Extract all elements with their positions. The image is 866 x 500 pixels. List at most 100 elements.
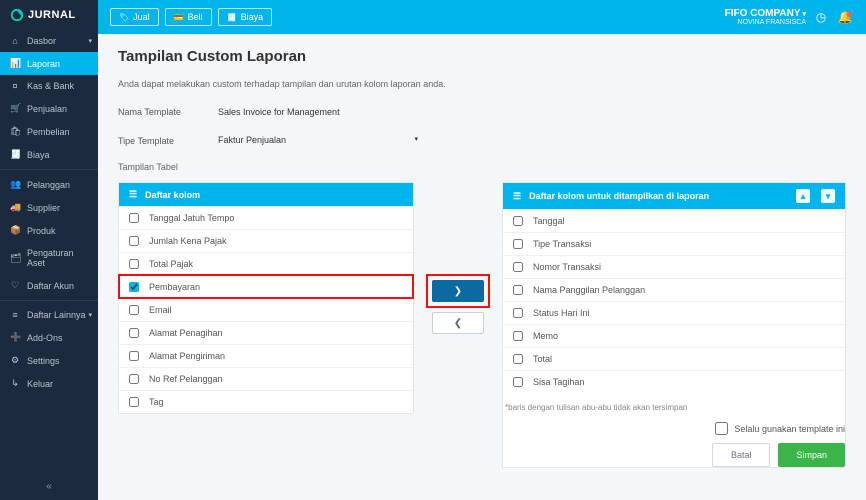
move-up-button[interactable]: ▴ (796, 189, 810, 203)
column-checkbox[interactable] (129, 374, 139, 384)
save-button[interactable]: Simpan (778, 443, 845, 467)
sidebar-item-add-ons[interactable]: ➕Add-Ons (0, 326, 98, 349)
highlight-add: ❯ (428, 276, 488, 306)
column-label: Nomor Transaksi (533, 262, 601, 272)
available-column-row[interactable]: Tanggal Jatuh Tempo (119, 206, 413, 229)
template-type-label: Tipe Template (118, 136, 218, 146)
sidebar-item-keluar[interactable]: ↳Keluar (0, 372, 98, 395)
column-label: Alamat Pengiriman (149, 351, 225, 361)
column-checkbox[interactable] (129, 328, 139, 338)
sidebar-item-pengaturan-aset[interactable]: 🗂Pengaturan Aset (0, 242, 98, 274)
topbar-biaya-button[interactable]: 🧾Biaya (218, 8, 272, 26)
column-checkbox[interactable] (129, 282, 139, 292)
bell-icon[interactable]: 🔔 (836, 10, 854, 24)
available-column-row[interactable]: Email (119, 298, 413, 321)
sidebar-item-daftar-akun[interactable]: ♡Daftar Akun (0, 274, 98, 297)
available-column-row[interactable]: No Ref Pelanggan (119, 367, 413, 390)
available-columns-title: Daftar kolom (145, 190, 403, 200)
selected-column-row[interactable]: Sisa Tagihan (503, 370, 845, 393)
panel-note: *baris dengan tulisan abu-abu tidak akan… (503, 399, 845, 412)
table-subhead: Tampilan Tabel (118, 162, 846, 172)
sidebar-item-label: Daftar Lainnya (27, 310, 86, 320)
column-checkbox[interactable] (513, 308, 523, 318)
topbar-beli-button[interactable]: 💳Beli (165, 8, 212, 26)
selected-column-row[interactable]: Nama Panggilan Pelanggan (503, 278, 845, 301)
sidebar-item-label: Pelanggan (27, 180, 70, 190)
sidebar-item-dasbor[interactable]: ⌂Dasbor▾ (0, 30, 98, 52)
available-column-row[interactable]: Pembayaran (119, 275, 413, 298)
column-label: Total (533, 354, 552, 364)
cancel-button[interactable]: Batal (712, 443, 771, 467)
column-label: Tipe Transaksi (533, 239, 591, 249)
column-checkbox[interactable] (129, 259, 139, 269)
sidebar-item-settings[interactable]: ⚙Settings (0, 349, 98, 372)
chevron-down-icon: ▾ (88, 311, 92, 319)
column-checkbox[interactable] (129, 397, 139, 407)
column-checkbox[interactable] (513, 331, 523, 341)
column-checkbox[interactable] (513, 285, 523, 295)
sidebar-item-label: Penjualan (27, 104, 67, 114)
available-columns-header: ☰ Daftar kolom (119, 183, 413, 206)
available-column-row[interactable]: Tag (119, 390, 413, 413)
main: 🏷Jual 💳Beli 🧾Biaya FIFO COMPANY NOVINA FRA… (98, 0, 866, 500)
sidebar-item-biaya[interactable]: 🧾Biaya (0, 143, 98, 166)
selected-column-row[interactable]: Nomor Transaksi (503, 255, 845, 278)
column-checkbox[interactable] (513, 262, 523, 272)
topbar-jual-button[interactable]: 🏷Jual (110, 8, 159, 26)
topbar-btn-label: Biaya (241, 12, 264, 22)
sidebar-item-laporan[interactable]: 📊Laporan (0, 52, 98, 75)
sidebar-item-label: Produk (27, 226, 56, 236)
available-column-row[interactable]: Alamat Pengiriman (119, 344, 413, 367)
sidebar-item-daftar-lainnya[interactable]: ≡Daftar Lainnya▾ (0, 304, 98, 326)
column-checkbox[interactable] (513, 354, 523, 364)
sidebar-collapse[interactable]: « (0, 473, 98, 500)
topbar-btn-label: Jual (133, 12, 150, 22)
company-switcher[interactable]: FIFO COMPANY NOVINA FRANSISCA (725, 8, 806, 27)
column-checkbox[interactable] (129, 236, 139, 246)
sidebar-icon: 🛍 (10, 126, 20, 137)
column-checkbox[interactable] (513, 239, 523, 249)
sidebar-item-penjualan[interactable]: 🛒Penjualan (0, 97, 98, 120)
chevron-down-icon: ▾ (414, 135, 418, 145)
sidebar-item-produk[interactable]: 📦Produk (0, 219, 98, 242)
template-type-select[interactable]: Faktur Penjualan ▾ (218, 131, 418, 150)
column-checkbox[interactable] (513, 377, 523, 387)
selected-column-row[interactable]: Tanggal (503, 209, 845, 232)
always-use-label: Selalu gunakan template ini (734, 424, 845, 434)
available-column-row[interactable]: Jumlah Kena Pajak (119, 229, 413, 252)
topbar-btn-label: Beli (188, 12, 203, 22)
column-checkbox[interactable] (129, 305, 139, 315)
column-label: No Ref Pelanggan (149, 374, 223, 384)
user-name: NOVINA FRANSISCA (725, 19, 806, 27)
move-down-button[interactable]: ▾ (821, 189, 835, 203)
sidebar-icon: ♡ (10, 280, 20, 291)
selected-column-row[interactable]: Memo (503, 324, 845, 347)
always-use-checkbox[interactable] (715, 422, 728, 435)
selected-column-row[interactable]: Status Hari Ini (503, 301, 845, 324)
sidebar-item-pelanggan[interactable]: 👥Pelanggan (0, 173, 98, 196)
brand-logo[interactable]: JURNAL (0, 0, 98, 30)
sidebar-separator (0, 300, 98, 301)
template-name-input[interactable]: Sales Invoice for Management (218, 103, 340, 121)
remove-column-button[interactable]: ❮ (432, 312, 484, 334)
column-checkbox[interactable] (513, 216, 523, 226)
available-column-row[interactable]: Alamat Penagihan (119, 321, 413, 344)
sidebar-icon: 🧾 (10, 149, 20, 160)
sidebar-item-pembelian[interactable]: 🛍Pembelian (0, 120, 98, 143)
sidebar-item-supplier[interactable]: 🚚Supplier (0, 196, 98, 219)
selected-column-row[interactable]: Total (503, 347, 845, 370)
add-column-button[interactable]: ❯ (432, 280, 484, 302)
available-columns-panel: ☰ Daftar kolom Tanggal Jatuh TempoJumlah… (118, 182, 414, 414)
page-title: Tampilan Custom Laporan (118, 48, 846, 65)
sidebar-icon: ¤ (10, 81, 20, 91)
always-use-row[interactable]: Selalu gunakan template ini (715, 422, 845, 435)
clock-icon[interactable]: ◷ (812, 10, 830, 24)
column-label: Pembayaran (149, 282, 200, 292)
sidebar-item-kas-&-bank[interactable]: ¤Kas & Bank (0, 75, 98, 97)
column-checkbox[interactable] (129, 213, 139, 223)
content: Tampilan Custom Laporan Anda dapat melak… (98, 34, 866, 500)
template-type-value: Faktur Penjualan (218, 135, 286, 145)
available-column-row[interactable]: Total Pajak (119, 252, 413, 275)
column-checkbox[interactable] (129, 351, 139, 361)
selected-column-row[interactable]: Tipe Transaksi (503, 232, 845, 255)
